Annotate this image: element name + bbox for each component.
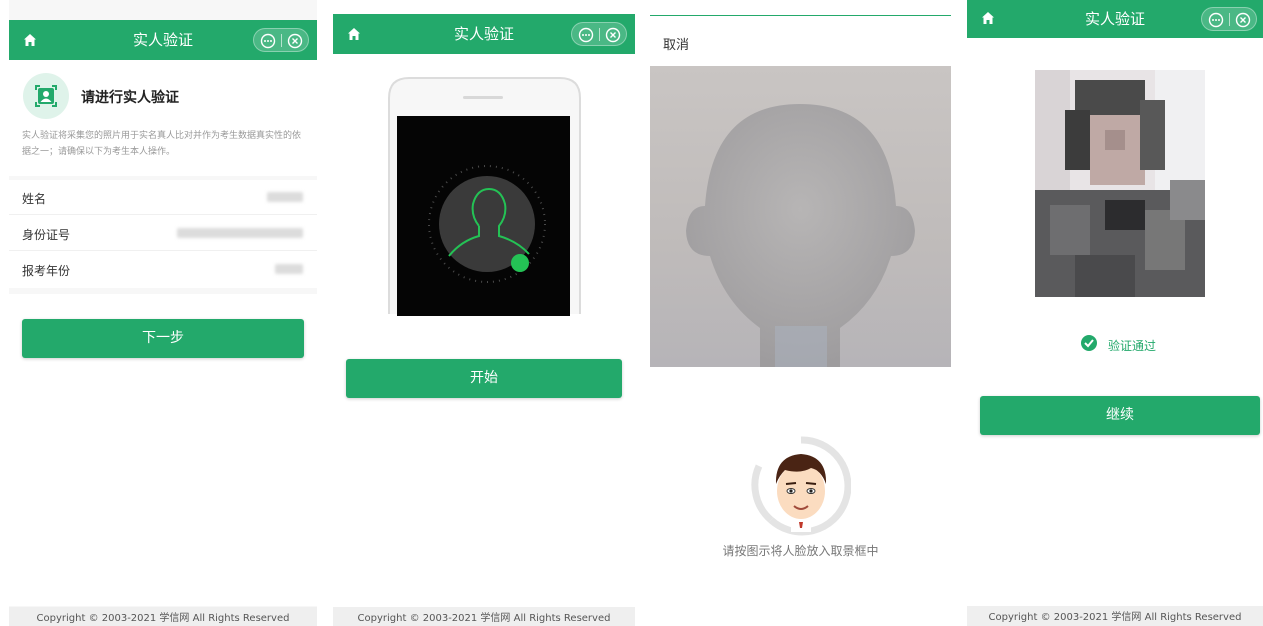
camera-preview — [650, 66, 951, 367]
info-label: 身份证号 — [22, 228, 71, 242]
info-row-id: 身份证号 — [9, 216, 317, 251]
close-circle-icon[interactable] — [1235, 12, 1251, 28]
masked-value — [177, 228, 303, 238]
header-bar: 实人验证 — [967, 0, 1263, 38]
copyright-footer: Copyright © 2003-2021 学信网 All Rights Res… — [967, 606, 1263, 626]
capture-instruction: 请按图示将人脸放入取景框中 — [722, 544, 879, 558]
capsule-menu — [571, 22, 627, 46]
copyright-footer: Copyright © 2003-2021 学信网 All Rights Res… — [333, 607, 635, 626]
screen-scan-guide: 实人验证 开始 Copyright © 2003-2021 学信网 All Ri… — [333, 0, 635, 626]
captured-face-photo — [1035, 70, 1205, 297]
screen-verify-intro: 实人验证 请进行实人验证 实人验证将采集您的照片用于实名真人比对并作为考生数据真… — [9, 0, 317, 626]
head-silhouette — [686, 104, 915, 367]
start-button[interactable]: 开始 — [346, 359, 622, 398]
next-step-button[interactable]: 下一步 — [22, 319, 304, 358]
more-icon[interactable] — [1208, 12, 1224, 28]
more-icon[interactable] — [260, 33, 276, 49]
guide-avatar — [751, 436, 851, 536]
screen-face-capture: 取消 请按图示将人脸放入取景框中 — [650, 0, 951, 626]
info-row-year: 报考年份 — [9, 252, 317, 287]
info-list: 姓名 身份证号 报考年份 — [9, 180, 317, 288]
cancel-link[interactable]: 取消 — [663, 34, 689, 53]
screen-verify-success: 实人验证 验证通过 继续 Copyright © 2003-2021 学信网 A… — [967, 0, 1263, 626]
header-bar: 实人验证 — [333, 14, 635, 54]
intro-card: 请进行实人验证 实人验证将采集您的照片用于实名真人比对并作为考生数据真实性的依据… — [9, 60, 317, 176]
more-icon[interactable] — [578, 27, 594, 43]
phone-illustration — [388, 77, 581, 316]
intro-heading: 请进行实人验证 — [81, 90, 179, 106]
info-label: 报考年份 — [22, 264, 71, 278]
capsule-menu — [253, 28, 309, 52]
verify-status: 验证通过 — [1108, 339, 1157, 353]
check-circle-icon — [1081, 335, 1097, 351]
capsule-menu — [1201, 7, 1257, 31]
capsule-divider — [281, 34, 282, 47]
capsule-divider — [1229, 13, 1230, 26]
continue-button[interactable]: 继续 — [980, 396, 1260, 435]
capsule-divider — [599, 28, 600, 41]
info-label: 姓名 — [22, 192, 47, 206]
header-bar: 实人验证 — [9, 20, 317, 60]
intro-description: 实人验证将采集您的照片用于实名真人比对并作为考生数据真实性的依据之一；请确保以下… — [22, 131, 302, 157]
copyright-footer: Copyright © 2003-2021 学信网 All Rights Res… — [9, 607, 317, 626]
close-circle-icon[interactable] — [605, 27, 621, 43]
info-row-name: 姓名 — [9, 180, 317, 215]
close-circle-icon[interactable] — [287, 33, 303, 49]
masked-value — [267, 192, 303, 202]
top-divider — [650, 15, 951, 16]
masked-value — [275, 264, 303, 274]
face-scan-icon — [23, 73, 69, 119]
